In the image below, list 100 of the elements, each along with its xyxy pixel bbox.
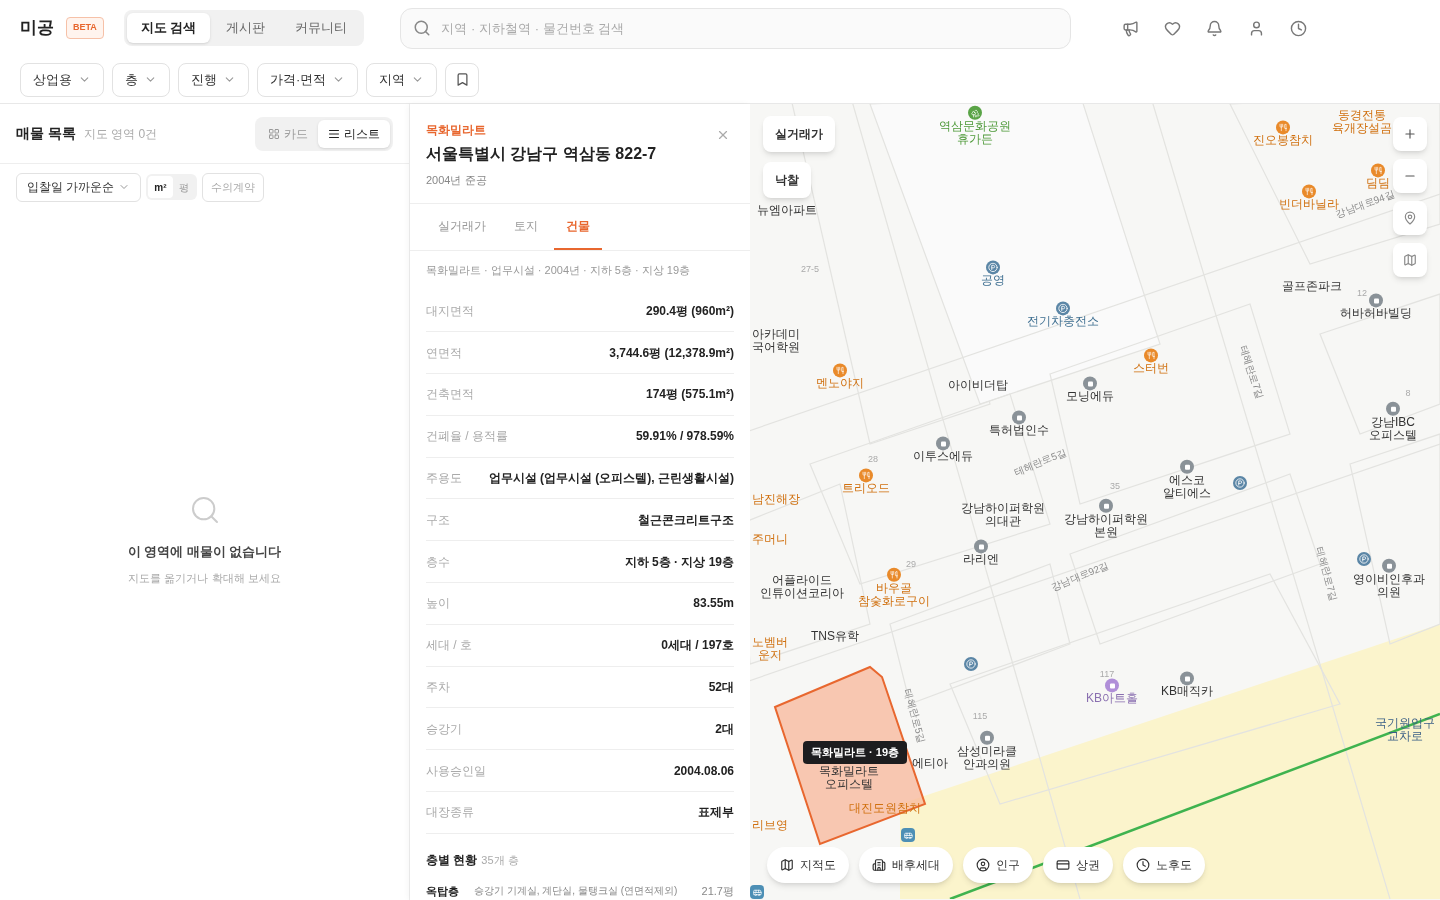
plus-icon xyxy=(1403,127,1417,141)
map-layer-chip[interactable]: 노후도 xyxy=(1123,847,1205,883)
place-label: 전기차충전소 xyxy=(1027,315,1099,329)
property-value: 59.91% / 978.59% xyxy=(635,428,734,446)
place-label: 모닝에듀 xyxy=(1066,390,1114,404)
floors-count: 35개 층 xyxy=(481,852,519,868)
property-label: 연면적 xyxy=(426,344,462,362)
unit-option[interactable]: m² xyxy=(148,176,173,198)
lot-number: 35 xyxy=(1110,482,1120,492)
place-marker-icon xyxy=(1083,376,1097,391)
place-marker-icon xyxy=(1369,293,1383,308)
property-value: 174평 (575.1m²) xyxy=(645,386,734,404)
view-toggle-option[interactable]: 리스트 xyxy=(318,119,390,148)
place-label: 리브영 xyxy=(752,819,788,833)
completion-year: 2004년 준공 xyxy=(426,173,487,188)
map-layer-chip[interactable]: 지적도 xyxy=(767,847,849,883)
fork-knife-icon xyxy=(1144,348,1158,363)
filter-dropdown[interactable]: 상업용 xyxy=(20,62,104,97)
property-value: 3,744.6평 (12,378.9m²) xyxy=(609,344,734,362)
place-label: 주머니 xyxy=(752,533,788,547)
close-icon xyxy=(716,128,730,142)
floor-use: 승강기 기계실, 계단실, 물탱크실 (연면적제외) xyxy=(474,884,678,899)
empty-hint: 지도를 옮기거나 확대해 보세요 xyxy=(128,570,281,586)
location-pin-icon xyxy=(1403,211,1417,225)
property-label: 세대 / 호 xyxy=(426,637,472,655)
map-layer-button[interactable]: 낙찰 xyxy=(763,162,811,198)
place-label: 뉴엠아파트 xyxy=(757,204,817,218)
property-label: 주용도 xyxy=(426,470,462,488)
list-title: 매물 목록 xyxy=(16,124,76,143)
nav-tab[interactable]: 게시판 xyxy=(212,13,280,43)
property-label: 건폐율 / 용적률 xyxy=(426,428,508,446)
lot-number: 27-5 xyxy=(801,265,819,275)
property-value: 290.4평 (960m²) xyxy=(645,302,734,320)
close-button[interactable] xyxy=(716,128,730,142)
place-label: 스터번 xyxy=(1133,362,1169,376)
megaphone-icon xyxy=(1121,19,1139,37)
property-value: 업무시설 (업무시설 (오피스텔), 근린생활시설) xyxy=(488,470,734,488)
heart-icon xyxy=(1163,19,1181,37)
location-button[interactable] xyxy=(1393,201,1427,235)
list-icon xyxy=(328,127,340,140)
place-label: 이투스에듀 xyxy=(913,450,973,464)
map-layer-button[interactable]: 실거래가 xyxy=(763,116,835,152)
property-label: 구조 xyxy=(426,511,450,529)
filter-dropdown[interactable]: 층 xyxy=(112,62,170,97)
place-label: TNS유학 xyxy=(811,630,859,644)
place-label: 에티아 xyxy=(912,757,948,771)
property-label: 승강기 xyxy=(426,720,462,738)
place-label: 특허법인수 xyxy=(989,424,1049,438)
filter-dropdown[interactable]: 진행 xyxy=(178,62,249,97)
search-icon xyxy=(413,18,432,37)
bookmark-button[interactable] xyxy=(445,62,480,97)
place-label: 강남하이퍼학원 의대관 xyxy=(961,501,1045,529)
floors-title: 층별 현황 xyxy=(426,851,478,869)
place-label: 목화밀라트 오피스텔 xyxy=(819,764,879,792)
filter-dropdown[interactable]: 지역 xyxy=(366,62,438,97)
property-label: 높이 xyxy=(426,595,450,613)
place-label: 강남IBC 오피스텔 xyxy=(1369,415,1417,443)
map-layer-chip[interactable]: 인구 xyxy=(963,847,1033,883)
place-marker-icon xyxy=(980,730,994,745)
fork-knife-icon xyxy=(1276,120,1290,135)
folded-map-icon xyxy=(780,858,794,872)
zoom-in-button[interactable] xyxy=(1393,117,1427,151)
property-label: 대지면적 xyxy=(426,302,474,320)
parking-icon xyxy=(964,657,978,671)
map-type-button[interactable] xyxy=(1393,243,1427,277)
search-field[interactable]: 지역 · 지하철역 · 물건번호 검색 xyxy=(400,7,1072,49)
map-layer-chip[interactable]: 상권 xyxy=(1043,847,1113,883)
place-label: 허바허바빌딩 xyxy=(1340,307,1412,321)
place-label: 강남하이퍼학원 본원 xyxy=(1064,512,1148,540)
building-category: 목화밀라트 xyxy=(426,122,486,139)
fork-knife-icon xyxy=(887,567,901,582)
property-label: 주차 xyxy=(426,679,450,697)
logo[interactable]: 미공 xyxy=(20,15,54,41)
filter-dropdown[interactable]: 가격·면적 xyxy=(257,62,359,97)
map-layer-chip[interactable]: 배후세대 xyxy=(859,847,953,883)
property-label: 사용승인일 xyxy=(426,762,486,780)
nav-tab[interactable]: 커뮤니티 xyxy=(281,13,362,43)
sort-dropdown[interactable]: 입찰일 가까운순 xyxy=(16,172,142,202)
lot-number: 8 xyxy=(1405,389,1411,399)
building-address: 서울특별시 강남구 역삼동 822-7 xyxy=(426,144,657,164)
place-label: 에스코 알티에스 xyxy=(1163,473,1211,501)
fork-knife-icon xyxy=(833,363,847,378)
place-label: 아이비더탑 xyxy=(948,379,1008,393)
bus-stop-icon xyxy=(901,828,915,842)
property-label: 대장종류 xyxy=(426,804,474,822)
bell-icon xyxy=(1205,19,1223,37)
place-marker-icon xyxy=(1012,410,1026,425)
clock-icon xyxy=(1289,19,1307,37)
property-value: 철근콘크리트구조 xyxy=(638,511,734,529)
folded-map-icon xyxy=(1403,253,1417,267)
bookmark-icon xyxy=(454,72,470,87)
place-label: 바우골 참숯화로구이 xyxy=(858,581,930,609)
fork-knife-icon xyxy=(1371,163,1385,178)
grid-icon xyxy=(268,127,280,140)
property-value: 2004.08.06 xyxy=(673,762,734,780)
building-summary: 목화밀라트 · 업무시설 · 2004년 · 지하 5층 · 지상 19층 xyxy=(426,263,692,279)
fork-knife-icon xyxy=(1302,184,1316,199)
nav-tab[interactable]: 지도 검색 xyxy=(126,13,211,43)
parking-icon xyxy=(1233,476,1247,490)
place-label: 골프존파크 xyxy=(1282,280,1342,294)
